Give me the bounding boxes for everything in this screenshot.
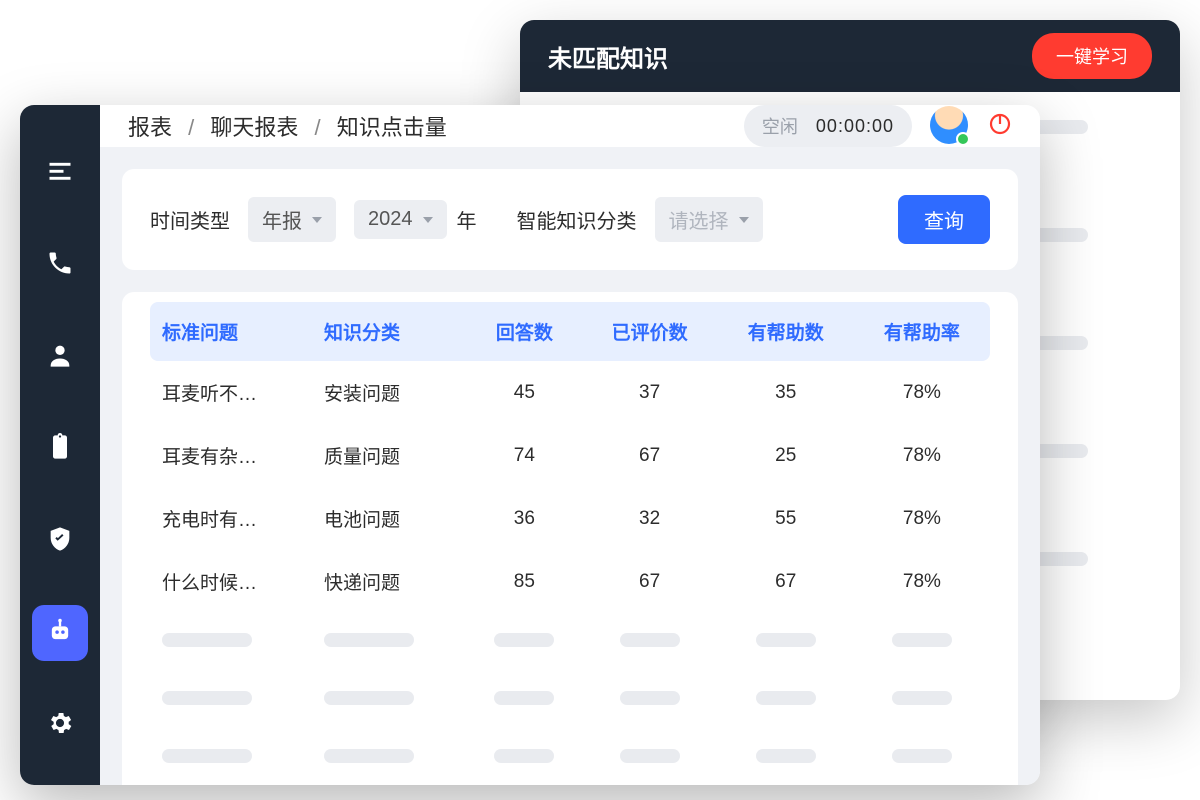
main-area: 报表 / 聊天报表 / 知识点击量 空闲 00:00:00 时间类型 年报 [100,105,1040,785]
avatar[interactable] [930,106,970,146]
filter-bar: 时间类型 年报 2024 年 智能知识分类 请选择 查询 [122,169,1018,270]
left-nav [20,105,100,785]
cell-rated: 67 [582,550,718,613]
report-window: 报表 / 聊天报表 / 知识点击量 空闲 00:00:00 时间类型 年报 [20,105,1040,785]
time-type-label: 时间类型 [150,205,230,234]
cell-rated: 67 [582,424,718,487]
table-row[interactable]: 耳麦听不…安装问题45373578% [150,361,990,424]
table-row-placeholder [150,729,990,785]
cell-rated: 37 [582,361,718,424]
report-table-card: 标准问题 知识分类 回答数 已评价数 有帮助数 有帮助率 耳麦听不…安装问题45… [122,292,1018,785]
unmatched-header: 未匹配知识 一键学习 [520,20,1180,92]
table-row[interactable]: 耳麦有杂…质量问题74672578% [150,424,990,487]
user-icon [46,341,74,374]
col-answers: 回答数 [467,302,581,361]
shield-icon [46,525,74,558]
cell-helpful: 55 [718,487,854,550]
cell-helpful: 67 [718,550,854,613]
table-row-placeholder [150,613,990,671]
cell-answers: 74 [467,424,581,487]
nav-menu[interactable] [32,145,88,201]
breadcrumb-sep: / [188,115,194,140]
menu-icon [46,157,74,190]
nav-call[interactable] [32,237,88,293]
one-click-learn-button[interactable]: 一键学习 [1032,33,1152,79]
chevron-down-icon [312,217,322,223]
robot-icon [46,617,74,650]
chevron-down-icon [423,217,433,223]
cell-rated: 32 [582,487,718,550]
session-timer: 00:00:00 [816,116,894,137]
table-header-row: 标准问题 知识分类 回答数 已评价数 有帮助数 有帮助率 [150,302,990,361]
cell-answers: 85 [467,550,581,613]
col-category: 知识分类 [312,302,467,361]
cell-question: 充电时有… [150,487,312,550]
report-table: 标准问题 知识分类 回答数 已评价数 有帮助数 有帮助率 耳麦听不…安装问题45… [150,302,990,785]
table-row[interactable]: 什么时候…快递问题85676778% [150,550,990,613]
category-select[interactable]: 请选择 [655,197,763,242]
cell-helpful: 35 [718,361,854,424]
cell-category: 快递问题 [312,550,467,613]
nav-shield[interactable] [32,513,88,569]
category-placeholder: 请选择 [669,205,729,234]
idle-label: 空闲 [762,113,798,139]
year-select[interactable]: 2024 [354,200,447,239]
breadcrumb-sep: / [315,115,321,140]
cell-help-rate: 78% [854,361,990,424]
topbar: 报表 / 聊天报表 / 知识点击量 空闲 00:00:00 [100,105,1040,147]
logout-button[interactable] [988,112,1012,141]
category-label: 智能知识分类 [517,205,637,234]
col-question: 标准问题 [150,302,312,361]
cell-question: 耳麦有杂… [150,424,312,487]
nav-clipboard[interactable] [32,421,88,477]
table-row[interactable]: 充电时有…电池问题36325578% [150,487,990,550]
cell-category: 质量问题 [312,424,467,487]
nav-robot[interactable] [32,605,88,661]
table-row-placeholder [150,671,990,729]
breadcrumb-part[interactable]: 报表 [128,115,172,140]
unmatched-title: 未匹配知识 [548,39,1032,74]
year-value: 2024 [368,208,413,231]
col-help-rate: 有帮助率 [854,302,990,361]
time-type-select[interactable]: 年报 [248,197,336,242]
year-suffix: 年 [457,205,477,234]
power-icon [988,123,1012,140]
col-helpful: 有帮助数 [718,302,854,361]
presence-online-icon [956,132,970,146]
cell-help-rate: 78% [854,550,990,613]
cell-question: 什么时候… [150,550,312,613]
query-button[interactable]: 查询 [898,195,990,244]
cell-question: 耳麦听不… [150,361,312,424]
cell-category: 电池问题 [312,487,467,550]
breadcrumb: 报表 / 聊天报表 / 知识点击量 [128,110,744,142]
status-pill: 空闲 00:00:00 [744,105,912,147]
cell-answers: 36 [467,487,581,550]
nav-user[interactable] [32,329,88,385]
gear-icon [46,709,74,742]
nav-settings[interactable] [32,697,88,753]
cell-help-rate: 78% [854,487,990,550]
cell-answers: 45 [467,361,581,424]
time-type-value: 年报 [262,205,302,234]
chevron-down-icon [739,217,749,223]
cell-category: 安装问题 [312,361,467,424]
clipboard-icon [46,433,74,466]
cell-help-rate: 78% [854,424,990,487]
breadcrumb-part[interactable]: 聊天报表 [210,115,298,140]
breadcrumb-current: 知识点击量 [337,115,447,140]
col-rated: 已评价数 [582,302,718,361]
cell-helpful: 25 [718,424,854,487]
phone-icon [46,249,74,282]
